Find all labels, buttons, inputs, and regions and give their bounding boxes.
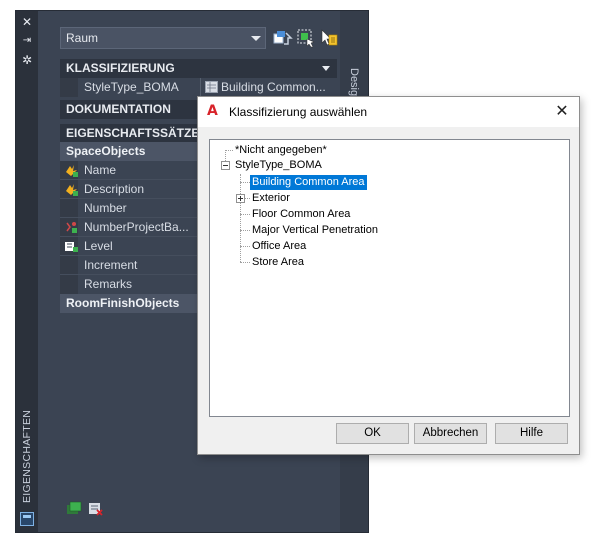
group-space-objects-label: SpaceObjects (66, 144, 146, 158)
ok-button[interactable]: OK (336, 423, 409, 444)
property-name: Remarks (84, 277, 133, 291)
settings-icon[interactable]: ✲ (19, 52, 35, 68)
section-eigenschaftssaetze-label: EIGENSCHAFTSSÄTZE (66, 126, 200, 140)
classification-row[interactable]: StyleType_BOMA Building Common... (60, 78, 337, 97)
dialog-titlebar[interactable]: A Klassifizierung auswählen ✕ (198, 97, 579, 127)
classification-dialog: A Klassifizierung auswählen ✕ *Nicht ang… (197, 96, 580, 455)
tree-connector (240, 230, 250, 231)
object-type-select[interactable]: Raum (60, 27, 266, 49)
classification-value-text: Building Common... (221, 80, 326, 94)
tree-connector (240, 262, 250, 263)
tree-node-unspecified[interactable]: *Nicht angegeben* (233, 143, 329, 158)
remove-property-set-icon[interactable] (88, 501, 104, 517)
tree-connector (240, 246, 250, 247)
tree-node-major-vertical-penetration[interactable]: Major Vertical Penetration (250, 223, 380, 238)
tree-connector (240, 174, 241, 262)
cancel-button[interactable]: Abbrechen (414, 423, 487, 444)
close-icon[interactable]: ✕ (551, 102, 573, 122)
dialog-title: Klassifizierung auswählen (229, 105, 368, 119)
add-property-set-icon[interactable] (66, 501, 82, 517)
property-name: NumberProjectBa... (84, 220, 189, 234)
group-room-finish-objects-label: RoomFinishObjects (66, 296, 180, 310)
autodesk-logo-icon: A (207, 103, 218, 119)
property-name: Increment (84, 258, 138, 272)
tree-node-store-area[interactable]: Store Area (250, 255, 306, 270)
expand-tree-icon[interactable] (236, 194, 245, 203)
auto-property-icon (64, 182, 79, 197)
object-type-value: Raum (66, 31, 99, 45)
quick-select-icon[interactable] (273, 28, 293, 48)
collapse-arrow-icon[interactable] (322, 66, 330, 71)
property-name: Number (84, 201, 127, 215)
location-property-icon (64, 239, 79, 254)
classification-tree[interactable]: *Nicht angegeben* StyleType_BOMA Buildin… (209, 139, 570, 417)
auto-hide-icon[interactable]: ⇥ (19, 33, 35, 49)
tree-connector (240, 182, 250, 183)
tree-node-building-common-area[interactable]: Building Common Area (250, 175, 367, 190)
formula-property-icon (64, 220, 79, 235)
chevron-down-icon (251, 36, 261, 41)
tree-node-exterior[interactable]: Exterior (250, 191, 292, 206)
palette-title-strip: ✕ ⇥ ✲ EIGENSCHAFTEN (16, 11, 38, 532)
tree-connector (240, 214, 250, 215)
tree-node-office-area[interactable]: Office Area (250, 239, 308, 254)
section-dokumentation-label: DOKUMENTATION (66, 102, 171, 116)
section-klassifizierung-label: KLASSIFIZIERUNG (66, 61, 175, 75)
property-name: Name (84, 163, 117, 177)
tree-node-styletype-boma[interactable]: StyleType_BOMA (233, 158, 324, 173)
palette-properties-icon[interactable] (20, 512, 34, 526)
tree-node-floor-common-area[interactable]: Floor Common Area (250, 207, 352, 222)
classification-icon (205, 81, 218, 93)
help-button[interactable]: Hilfe (495, 423, 568, 444)
property-name: Level (84, 239, 113, 253)
close-icon[interactable]: ✕ (19, 14, 35, 30)
auto-property-icon (64, 163, 79, 178)
section-klassifizierung[interactable]: KLASSIFIZIERUNG (60, 59, 337, 78)
tree-connector (225, 150, 233, 151)
collapse-tree-icon[interactable] (221, 161, 230, 170)
classification-name: StyleType_BOMA (84, 80, 179, 94)
classification-value[interactable]: Building Common... (200, 78, 337, 97)
property-name: Description (84, 182, 145, 196)
toggle-pickadd-icon[interactable] (319, 28, 339, 48)
palette-vertical-title: EIGENSCHAFTEN (21, 409, 33, 503)
select-objects-icon[interactable] (296, 28, 316, 48)
